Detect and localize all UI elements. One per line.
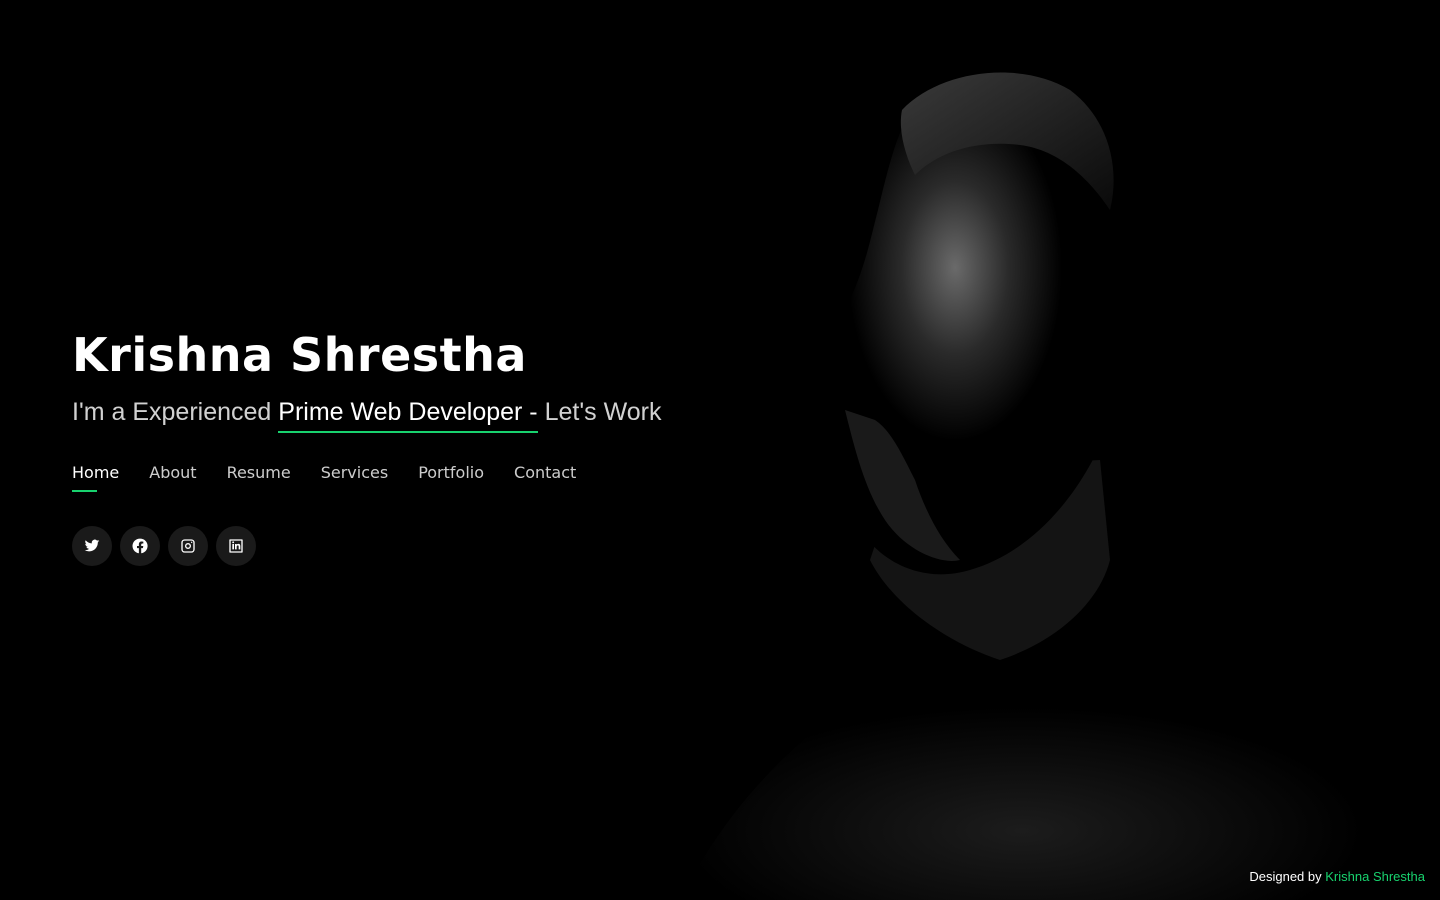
tagline-suffix: Let's Work [544,398,662,426]
linkedin-button[interactable] [216,526,256,566]
nav-item-resume[interactable]: Resume [227,463,291,492]
hero-name: Krishna Shrestha [72,328,527,382]
twitter-icon [84,539,100,552]
page: Krishna Shrestha I'm a Experienced Prime… [0,0,1440,900]
credits-author-link[interactable]: Krishna Shrestha [1325,869,1425,884]
facebook-button[interactable] [120,526,160,566]
footer-credits: Designed by Krishna Shrestha [1249,869,1425,884]
main-nav: Home About Resume Services Portfolio Con… [72,463,792,492]
tagline-highlight: Prime Web Developer - [278,397,538,433]
instagram-icon [181,539,195,553]
nav-item-services[interactable]: Services [321,463,388,492]
instagram-button[interactable] [168,526,208,566]
tagline-prefix: I'm a Experienced [72,398,272,426]
social-links [72,526,792,566]
nav-item-about[interactable]: About [149,463,196,492]
nav-item-home[interactable]: Home [72,463,119,492]
facebook-icon [132,538,148,554]
hero-section: Krishna Shrestha I'm a Experienced Prime… [72,325,792,566]
twitter-button[interactable] [72,526,112,566]
nav-item-contact[interactable]: Contact [514,463,576,492]
hero-tagline: I'm a Experienced Prime Web Developer - … [72,397,792,433]
linkedin-icon [229,539,243,553]
nav-item-portfolio[interactable]: Portfolio [418,463,484,492]
credits-prefix: Designed by [1249,869,1322,884]
